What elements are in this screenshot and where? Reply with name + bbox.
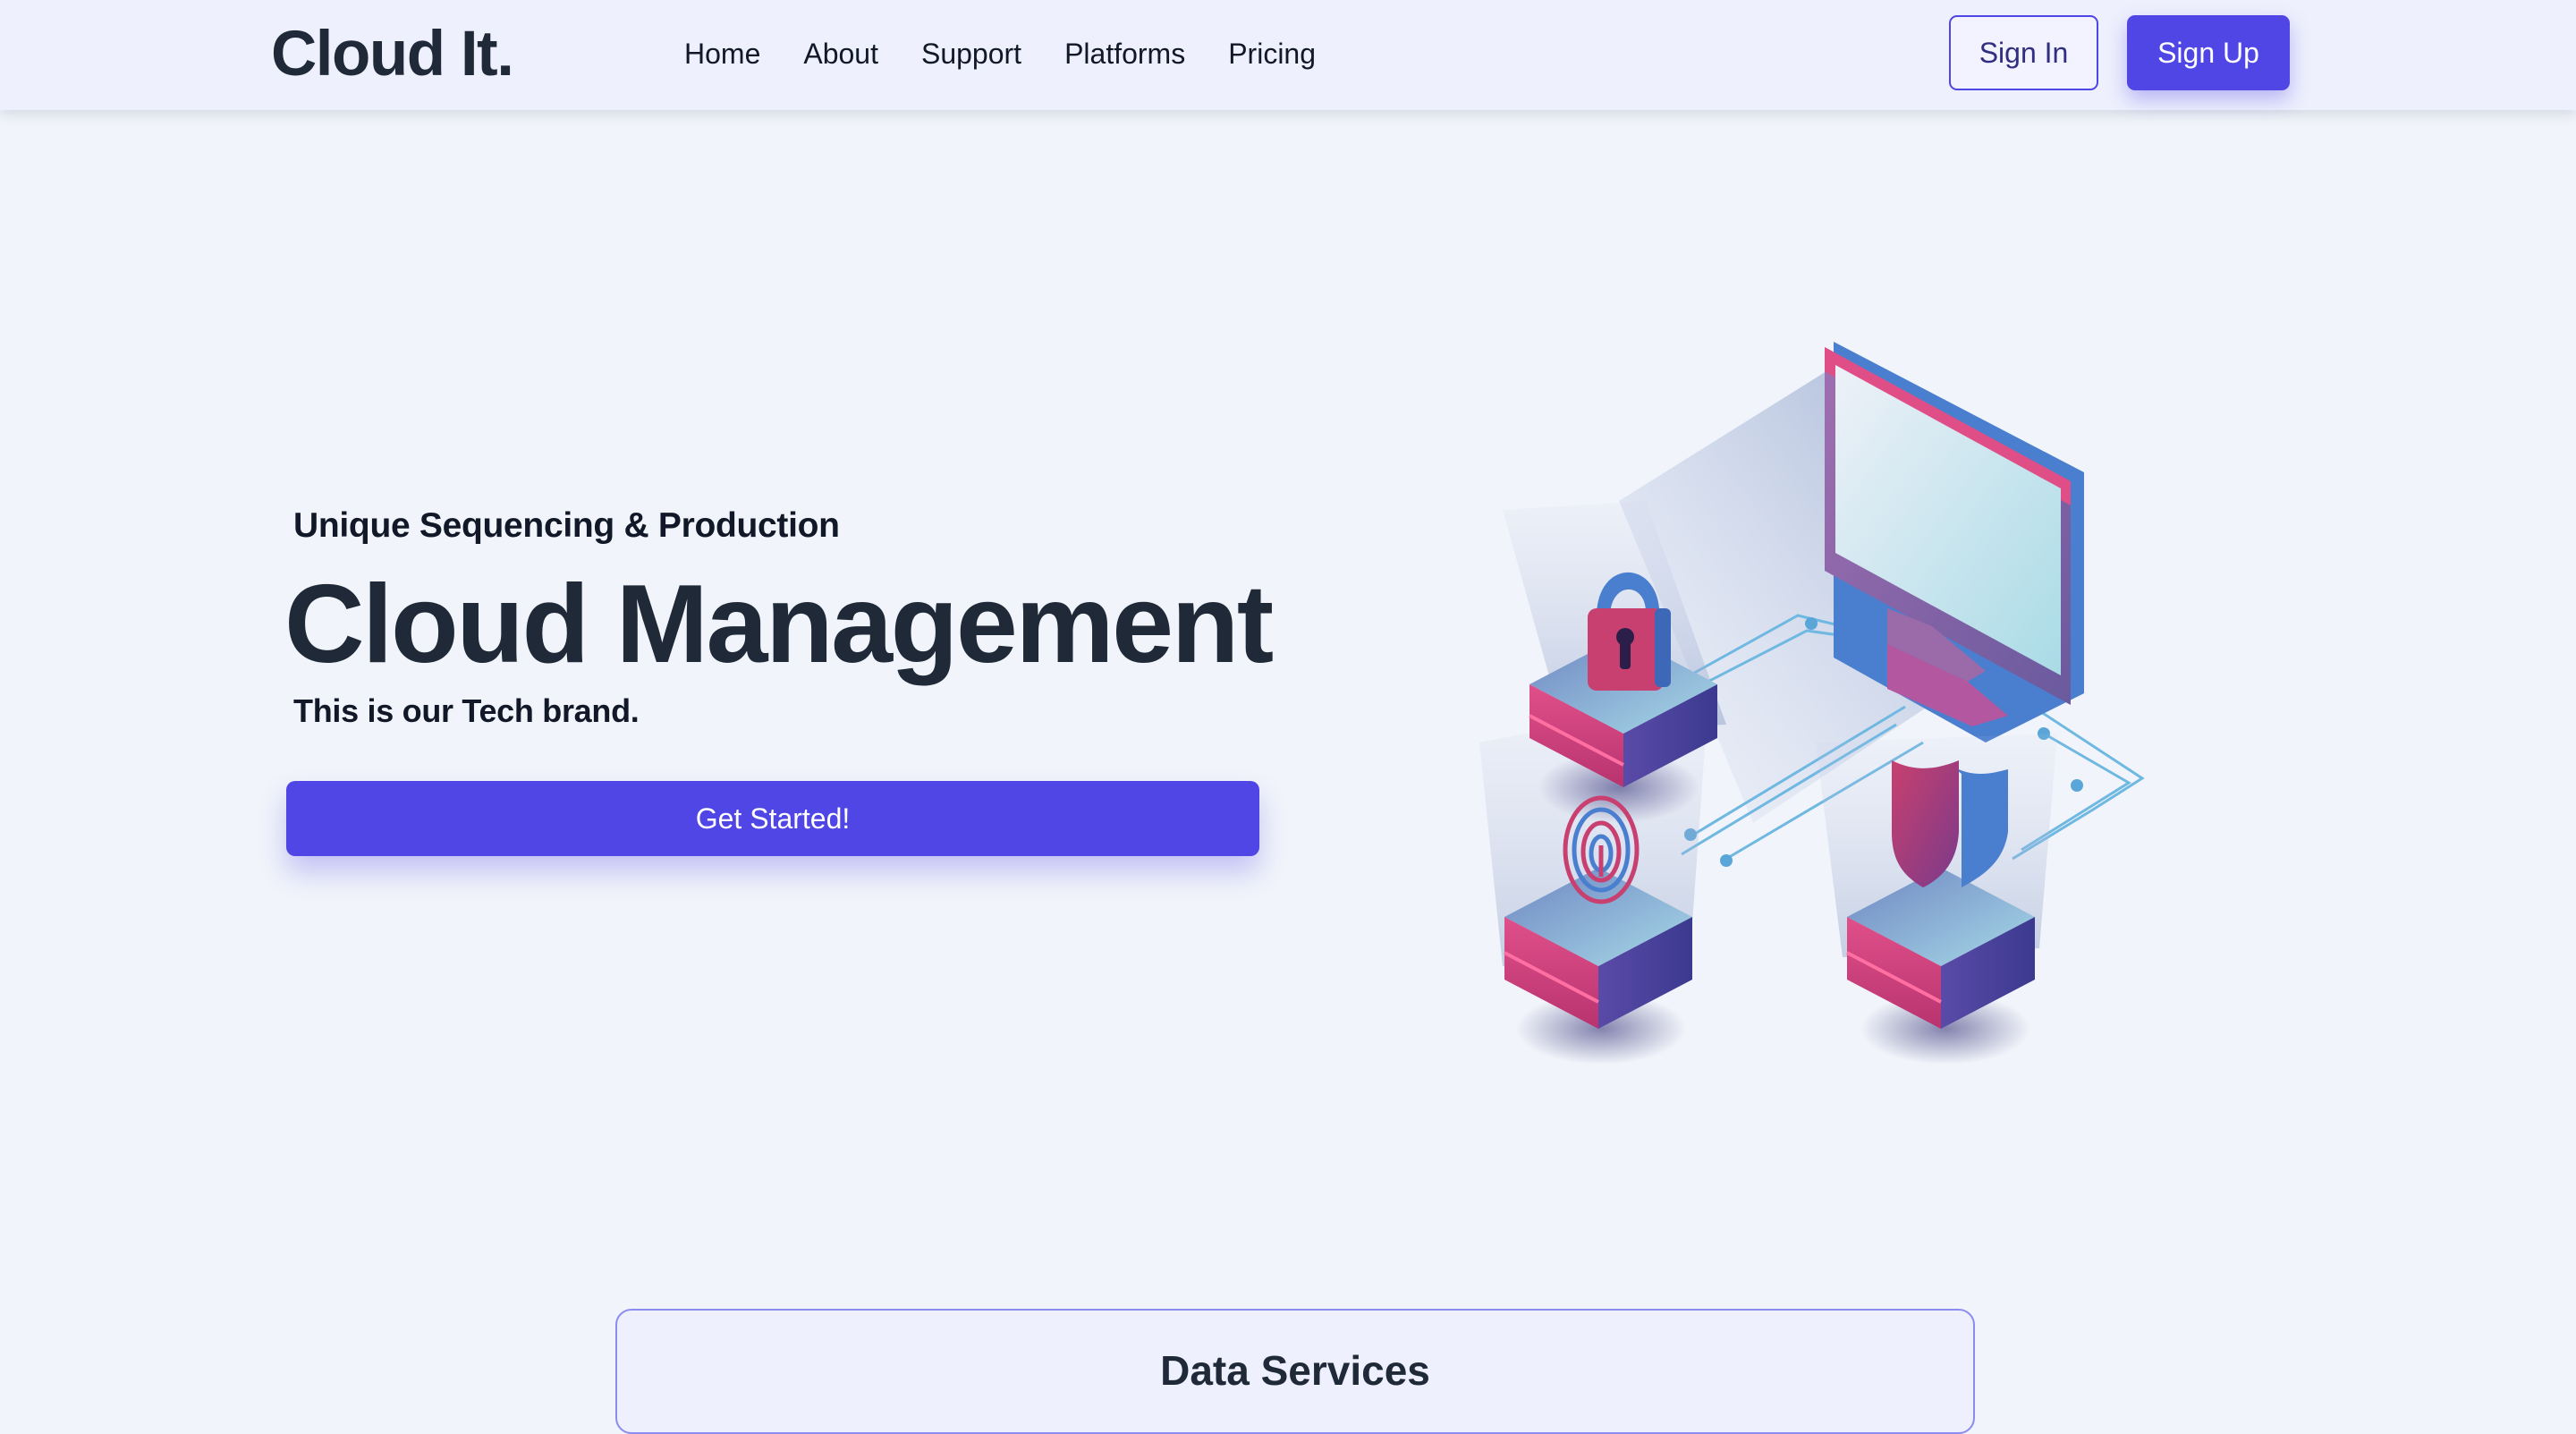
nav-link-home[interactable]: Home <box>684 32 760 75</box>
nav-link-about[interactable]: About <box>803 32 878 75</box>
nav-link-support[interactable]: Support <box>921 32 1021 75</box>
hero-eyebrow: Unique Sequencing & Production <box>293 506 840 545</box>
top-navbar: Cloud It. Home About Support Platforms P… <box>0 0 2576 110</box>
services-title: Data Services <box>1160 1347 1430 1394</box>
sign-in-button[interactable]: Sign In <box>1949 15 2098 90</box>
get-started-button[interactable]: Get Started! <box>286 781 1259 856</box>
sign-up-button[interactable]: Sign Up <box>2127 15 2290 90</box>
data-services-card: Data Services <box>615 1309 1975 1434</box>
main-nav: Home About Support Platforms Pricing <box>684 32 1359 75</box>
hero-subtitle: This is our Tech brand. <box>293 692 640 729</box>
nav-link-platforms[interactable]: Platforms <box>1064 32 1185 75</box>
security-illustration <box>1479 342 2145 1065</box>
brand-logo[interactable]: Cloud It. <box>271 20 514 89</box>
nav-link-pricing[interactable]: Pricing <box>1228 32 1316 75</box>
hero-title: Cloud Management <box>284 563 1274 686</box>
